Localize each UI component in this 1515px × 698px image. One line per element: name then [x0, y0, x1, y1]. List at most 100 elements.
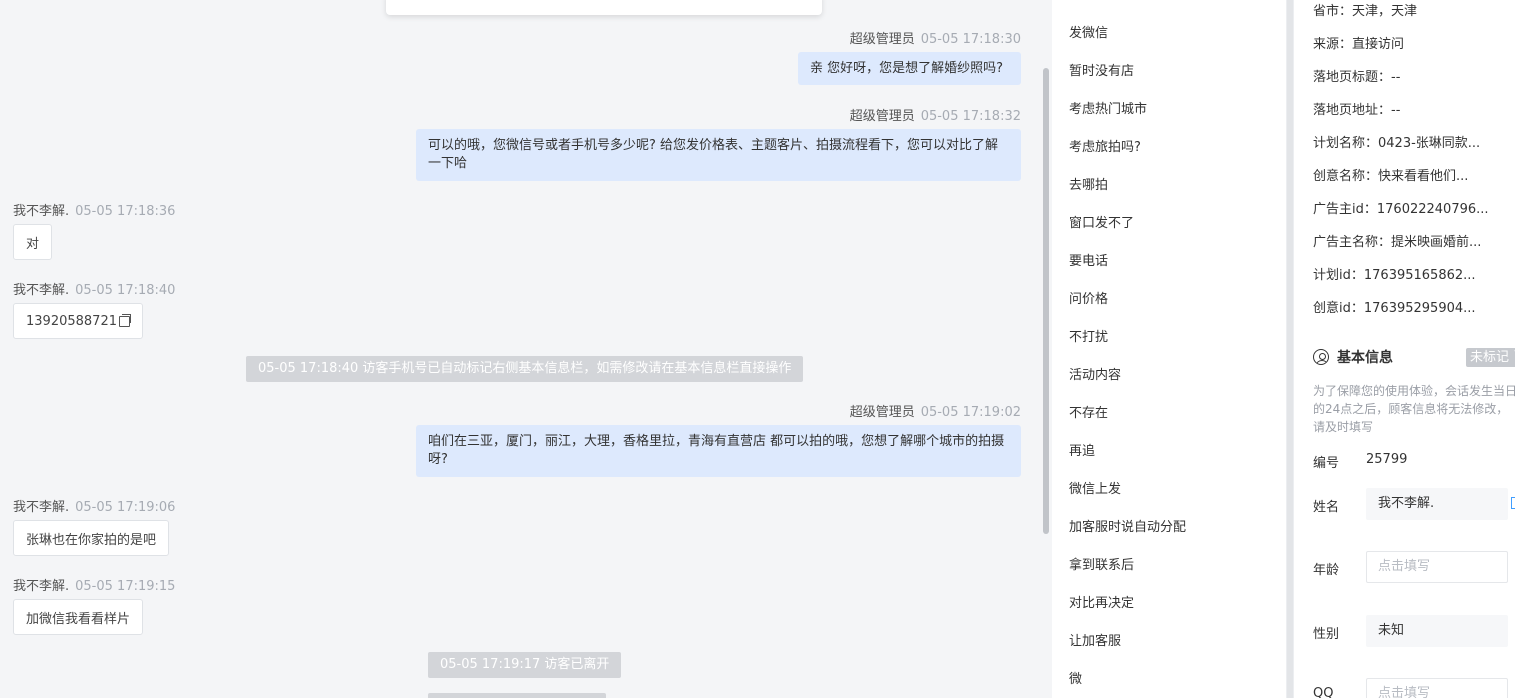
- age-label: 年龄: [1313, 563, 1340, 578]
- quick-reply-list: 发微信 暂时没有店 考虑热门城市 考虑旅拍吗? 去哪拍 窗口发不了 要电话 问价…: [1052, 0, 1286, 698]
- message-meta: 超级管理员 05-05 17:18:30: [850, 28, 1021, 47]
- system-notice: 05-05 17:19:17 访客已离开: [428, 652, 622, 678]
- message-time: 05-05 17:18:40: [75, 283, 176, 298]
- info-label: 落地页标题：: [1313, 70, 1392, 85]
- mark-select[interactable]: 未标记 ˅: [1466, 348, 1515, 367]
- info-label: 广告主名称：: [1313, 235, 1392, 250]
- phone-number-text: 13920588721: [26, 313, 117, 329]
- source-row-plan-id: 计划id：176395165862...: [1313, 264, 1476, 283]
- quick-reply-item[interactable]: 去哪拍: [1069, 174, 1108, 193]
- visitor-info-panel: 省市：天津，天津 来源：直接访问 落地页标题：-- 落地页地址：-- 计划名称：…: [1294, 0, 1515, 698]
- name-field[interactable]: 我不李解.: [1366, 488, 1508, 520]
- agent-message-bubble: 亲 您好呀，您是想了解婚纱照吗?: [798, 52, 1021, 85]
- quick-reply-item[interactable]: 微: [1069, 668, 1082, 687]
- info-value: 直接访问: [1352, 37, 1405, 52]
- sender-name: 我不李解.: [13, 204, 70, 219]
- message-meta: 超级管理员 05-05 17:19:02: [850, 401, 1021, 420]
- top-notice: [386, 0, 822, 15]
- visitor-message-bubble: 张琳也在你家拍的是吧: [13, 520, 170, 556]
- quick-reply-item[interactable]: 要电话: [1069, 250, 1108, 269]
- quick-reply-item[interactable]: 窗口发不了: [1069, 212, 1134, 231]
- message-time: 05-05 17:19:06: [75, 500, 176, 515]
- message-time: 05-05 17:18:32: [920, 109, 1021, 124]
- info-label: 计划名称：: [1313, 136, 1379, 151]
- info-value: 176395165862...: [1363, 268, 1476, 283]
- info-label: 来源：: [1313, 37, 1353, 52]
- info-label: 创意名称：: [1313, 169, 1379, 184]
- quick-reply-item[interactable]: 拿到联系后: [1069, 554, 1134, 573]
- source-row-region: 省市：天津，天津: [1313, 0, 1417, 19]
- sender-name: 我不李解.: [13, 500, 70, 515]
- message-meta: 我不李解. 05-05 17:18:36: [13, 200, 175, 219]
- basic-info-title-text: 基本信息: [1337, 350, 1393, 366]
- quick-reply-item[interactable]: 让加客服: [1069, 630, 1121, 649]
- info-value: --: [1391, 70, 1401, 85]
- qq-label: QQ: [1313, 686, 1334, 698]
- message-meta: 我不李解. 05-05 17:18:40: [13, 279, 175, 298]
- source-row-creative-name: 创意名称：快来看看他们...: [1313, 165, 1468, 184]
- panel-divider[interactable]: [1286, 0, 1294, 698]
- quick-reply-item[interactable]: 对比再决定: [1069, 592, 1134, 611]
- gender-field[interactable]: 未知: [1366, 615, 1508, 647]
- info-value: --: [1391, 103, 1401, 118]
- message-time: 05-05 17:18:30: [920, 32, 1021, 47]
- message-time: 05-05 17:19:02: [920, 405, 1021, 420]
- source-row-plan-name: 计划名称：0423-张琳同款...: [1313, 132, 1480, 151]
- qq-input[interactable]: 点击填写: [1366, 678, 1508, 698]
- visitor-message-bubble: 加微信我看看样片: [13, 599, 144, 635]
- source-row-advertiser-name: 广告主名称：提米映画婚前...: [1313, 231, 1481, 250]
- privacy-note: 为了保障您的使用体验，会话发生当日的24点之后，顾客信息将无法修改，请及时填写: [1313, 384, 1515, 434]
- info-label: 创意id：: [1313, 301, 1364, 316]
- visitor-message-bubble: 对: [13, 224, 53, 260]
- chat-scrollbar[interactable]: [1043, 68, 1049, 534]
- message-text: 亲 您好呀，您是想了解婚纱照吗?: [810, 60, 1004, 76]
- quick-reply-item[interactable]: 加客服时说自动分配: [1069, 516, 1186, 535]
- quick-reply-item[interactable]: 考虑旅拍吗?: [1069, 136, 1141, 155]
- sender-name: 超级管理员: [849, 32, 915, 47]
- quick-reply-item[interactable]: 考虑热门城市: [1069, 98, 1147, 117]
- visitor-message-bubble: 13920588721: [13, 303, 143, 339]
- message-meta: 我不李解. 05-05 17:19:15: [13, 575, 175, 594]
- id-value: 25799: [1366, 452, 1408, 467]
- message-time: 05-05 17:18:36: [75, 204, 176, 219]
- source-row-landing-title: 落地页标题：--: [1313, 66, 1400, 85]
- message-meta: 我不李解. 05-05 17:19:06: [13, 496, 175, 515]
- quick-reply-item[interactable]: 不打扰: [1069, 326, 1108, 345]
- info-label: 广告主id：: [1313, 202, 1377, 217]
- info-value: 176395295904...: [1363, 301, 1476, 316]
- message-time: 05-05 17:19:15: [75, 579, 176, 594]
- divider-scrollbar[interactable]: [1287, 0, 1293, 698]
- copy-icon[interactable]: [118, 313, 131, 327]
- sender-name: 我不李解.: [13, 283, 70, 298]
- quick-reply-item[interactable]: 再追: [1069, 440, 1095, 459]
- quick-reply-item[interactable]: 不存在: [1069, 402, 1108, 421]
- info-value: 提米映画婚前...: [1391, 235, 1482, 250]
- source-row-creative-id: 创意id：176395295904...: [1313, 297, 1476, 316]
- info-label: 计划id：: [1313, 268, 1364, 283]
- info-label: 省市：: [1313, 4, 1353, 19]
- system-notice: 05-05 17:18:40 访客手机号已自动标记右侧基本信息栏，如需修改请在基…: [246, 356, 804, 382]
- quick-reply-item[interactable]: 微信上发: [1069, 478, 1121, 497]
- message-text: 可以的哦，您微信号或者手机号多少呢? 给您发价格表、主题客片、拍摄流程看下，您可…: [428, 138, 999, 171]
- quick-reply-item[interactable]: 暂时没有店: [1069, 60, 1134, 79]
- source-row-advertiser-id: 广告主id：176022240796...: [1313, 198, 1489, 217]
- message-text: 对: [26, 236, 40, 252]
- source-row-channel: 来源：直接访问: [1313, 33, 1404, 52]
- name-label: 姓名: [1313, 500, 1340, 515]
- sender-name: 我不李解.: [13, 579, 70, 594]
- info-value: 0423-张琳同款...: [1378, 136, 1481, 151]
- quick-reply-item[interactable]: 活动内容: [1069, 364, 1121, 383]
- system-notice: [428, 693, 606, 698]
- edit-icon[interactable]: [1511, 497, 1515, 509]
- sender-name: 超级管理员: [849, 109, 915, 124]
- message-meta: 超级管理员 05-05 17:18:32: [850, 105, 1021, 124]
- message-text: 咱们在三亚，厦门，丽江，大理，香格里拉，青海有直营店 都可以拍的哦，您想了解哪个…: [428, 434, 1005, 467]
- age-input[interactable]: 点击填写: [1366, 551, 1508, 583]
- agent-message-bubble: 咱们在三亚，厦门，丽江，大理，香格里拉，青海有直营店 都可以拍的哦，您想了解哪个…: [416, 425, 1021, 477]
- quick-reply-item[interactable]: 问价格: [1069, 288, 1108, 307]
- mark-select-value: 未标记: [1470, 350, 1510, 365]
- info-value: 快来看看他们...: [1378, 169, 1469, 184]
- info-label: 落地页地址：: [1313, 103, 1392, 118]
- quick-reply-item[interactable]: 发微信: [1069, 22, 1108, 41]
- info-value: 天津，天津: [1352, 4, 1418, 19]
